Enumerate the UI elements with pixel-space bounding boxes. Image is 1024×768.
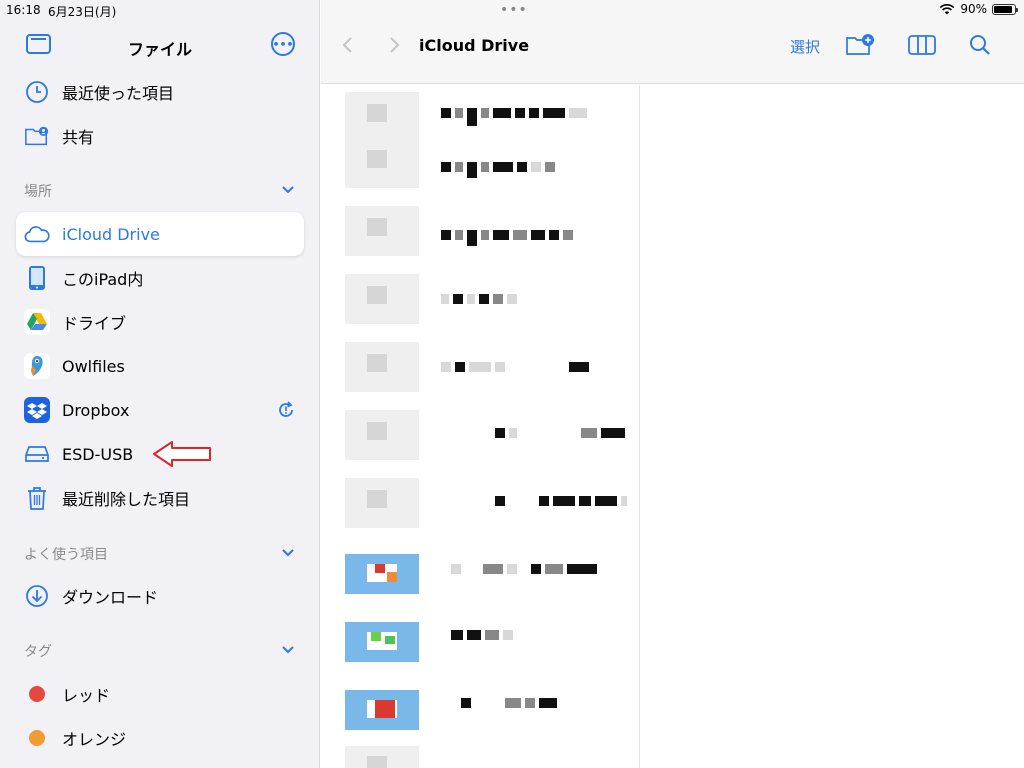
list-item[interactable] (345, 684, 645, 736)
redacted-file-name (461, 698, 557, 712)
battery-fill (994, 5, 1012, 13)
chevron-down-icon[interactable] (280, 641, 296, 657)
sidebar-item-label: オレンジ (62, 730, 127, 749)
file-thumbnail (345, 206, 419, 256)
file-thumbnail (345, 622, 419, 662)
list-item[interactable] (345, 92, 645, 144)
multitasking-dots-icon[interactable]: ••• (500, 2, 528, 18)
sidebar-item-shared[interactable]: 共有 (16, 114, 304, 158)
sync-icon[interactable] (276, 400, 296, 420)
list-item[interactable] (345, 478, 645, 530)
dropbox-icon (24, 397, 50, 423)
list-item[interactable] (345, 746, 645, 768)
shared-folder-icon (24, 123, 50, 149)
forward-chevron-icon[interactable] (385, 36, 403, 54)
main-content: iCloud Drive 選択 (321, 0, 1024, 768)
sidebar-item-label: レッド (62, 686, 111, 705)
list-item[interactable] (345, 138, 645, 190)
file-thumbnail (345, 554, 419, 594)
annotation-arrow-icon (153, 441, 211, 467)
sidebar-item-label: このiPad内 (62, 270, 144, 289)
column-view-icon[interactable] (907, 32, 937, 58)
tag-dot-icon (29, 686, 45, 702)
google-drive-icon (24, 309, 50, 335)
select-button[interactable]: 選択 (790, 36, 820, 57)
chevron-down-icon[interactable] (280, 181, 296, 197)
list-item[interactable] (345, 616, 645, 668)
cloud-icon (24, 221, 50, 247)
sidebar-item-label: iCloud Drive (62, 224, 160, 244)
redacted-file-name (441, 162, 555, 178)
sidebar-item-dropbox[interactable]: Dropbox (16, 388, 304, 432)
sidebar-item-label: ダウンロード (62, 588, 159, 607)
file-thumbnail (345, 746, 419, 768)
sidebar-item-label: 共有 (62, 128, 95, 147)
redacted-file-name (441, 108, 587, 126)
file-thumbnail (345, 92, 419, 142)
section-favorites[interactable]: よく使う項目 (24, 544, 304, 564)
sidebar-item-owlfiles[interactable]: Owlfiles (16, 344, 304, 388)
section-locations[interactable]: 場所 (24, 181, 304, 201)
tag-dot-icon (29, 730, 45, 746)
sidebar-item-tag-red[interactable]: レッド (16, 672, 304, 716)
section-title: タグ (24, 644, 52, 660)
external-drive-icon (24, 441, 50, 467)
list-item[interactable] (345, 206, 645, 258)
search-icon[interactable] (965, 32, 995, 58)
section-tags[interactable]: タグ (24, 641, 304, 661)
sidebar-item-on-my-ipad[interactable]: このiPad内 (16, 256, 304, 300)
sidebar-item-label: 最近削除した項目 (62, 490, 191, 509)
more-options-icon[interactable]: ••• (271, 32, 295, 56)
section-title: よく使う項目 (24, 547, 108, 563)
list-item[interactable] (345, 274, 645, 326)
trash-icon (24, 485, 50, 511)
status-date: 6月23日(月) (48, 5, 117, 19)
file-thumbnail (345, 138, 419, 188)
redacted-file-name (451, 630, 513, 644)
page-title: iCloud Drive (419, 36, 530, 55)
file-thumbnail (345, 478, 419, 528)
ipad-icon (24, 265, 50, 291)
status-bar: 16:18 6月23日(月) ••• 90% (0, 0, 1024, 20)
file-thumbnail (345, 690, 419, 730)
battery-percent: 90% (960, 2, 987, 16)
redacted-file-name (495, 496, 627, 510)
file-thumbnail (345, 410, 419, 460)
battery-icon (992, 3, 1018, 15)
download-icon (24, 583, 50, 609)
wifi-icon (940, 4, 955, 15)
sidebar-item-label: 最近使った項目 (62, 84, 175, 103)
owlfiles-icon (24, 353, 50, 379)
redacted-file-name (495, 428, 625, 442)
sidebar-item-recents[interactable]: 最近使った項目 (16, 70, 304, 114)
redacted-file-name (441, 230, 573, 246)
list-item[interactable] (345, 548, 645, 600)
sidebar-item-downloads[interactable]: ダウンロード (16, 574, 304, 618)
sidebar-item-google-drive[interactable]: ドライブ (16, 300, 304, 344)
file-thumbnail (345, 342, 419, 392)
section-title: 場所 (24, 184, 52, 200)
redacted-file-name (441, 362, 589, 376)
list-item[interactable] (345, 342, 645, 394)
sidebar-item-label: Owlfiles (62, 356, 125, 376)
back-chevron-icon[interactable] (339, 36, 357, 54)
redacted-file-name (451, 564, 597, 578)
clock-icon (24, 79, 50, 105)
sidebar-item-label: ドライブ (62, 314, 127, 333)
sidebar-item-label: ESD-USB (62, 444, 134, 464)
sidebar-item-icloud-drive[interactable]: iCloud Drive (16, 212, 304, 256)
sidebar-item-label: Dropbox (62, 400, 130, 420)
file-thumbnail (345, 274, 419, 324)
sidebar-header: ファイル ••• (0, 28, 320, 64)
status-time: 16:18 (6, 3, 41, 17)
chevron-down-icon[interactable] (280, 544, 296, 560)
sidebar-item-recently-deleted[interactable]: 最近削除した項目 (16, 476, 304, 520)
sidebar: ファイル ••• 最近使った項目 共有 場所 iCloud Drive このiP… (0, 0, 320, 768)
new-folder-icon[interactable] (845, 32, 875, 58)
list-item[interactable] (345, 410, 645, 462)
redacted-file-name (441, 294, 517, 308)
sidebar-item-tag-orange[interactable]: オレンジ (16, 716, 304, 760)
